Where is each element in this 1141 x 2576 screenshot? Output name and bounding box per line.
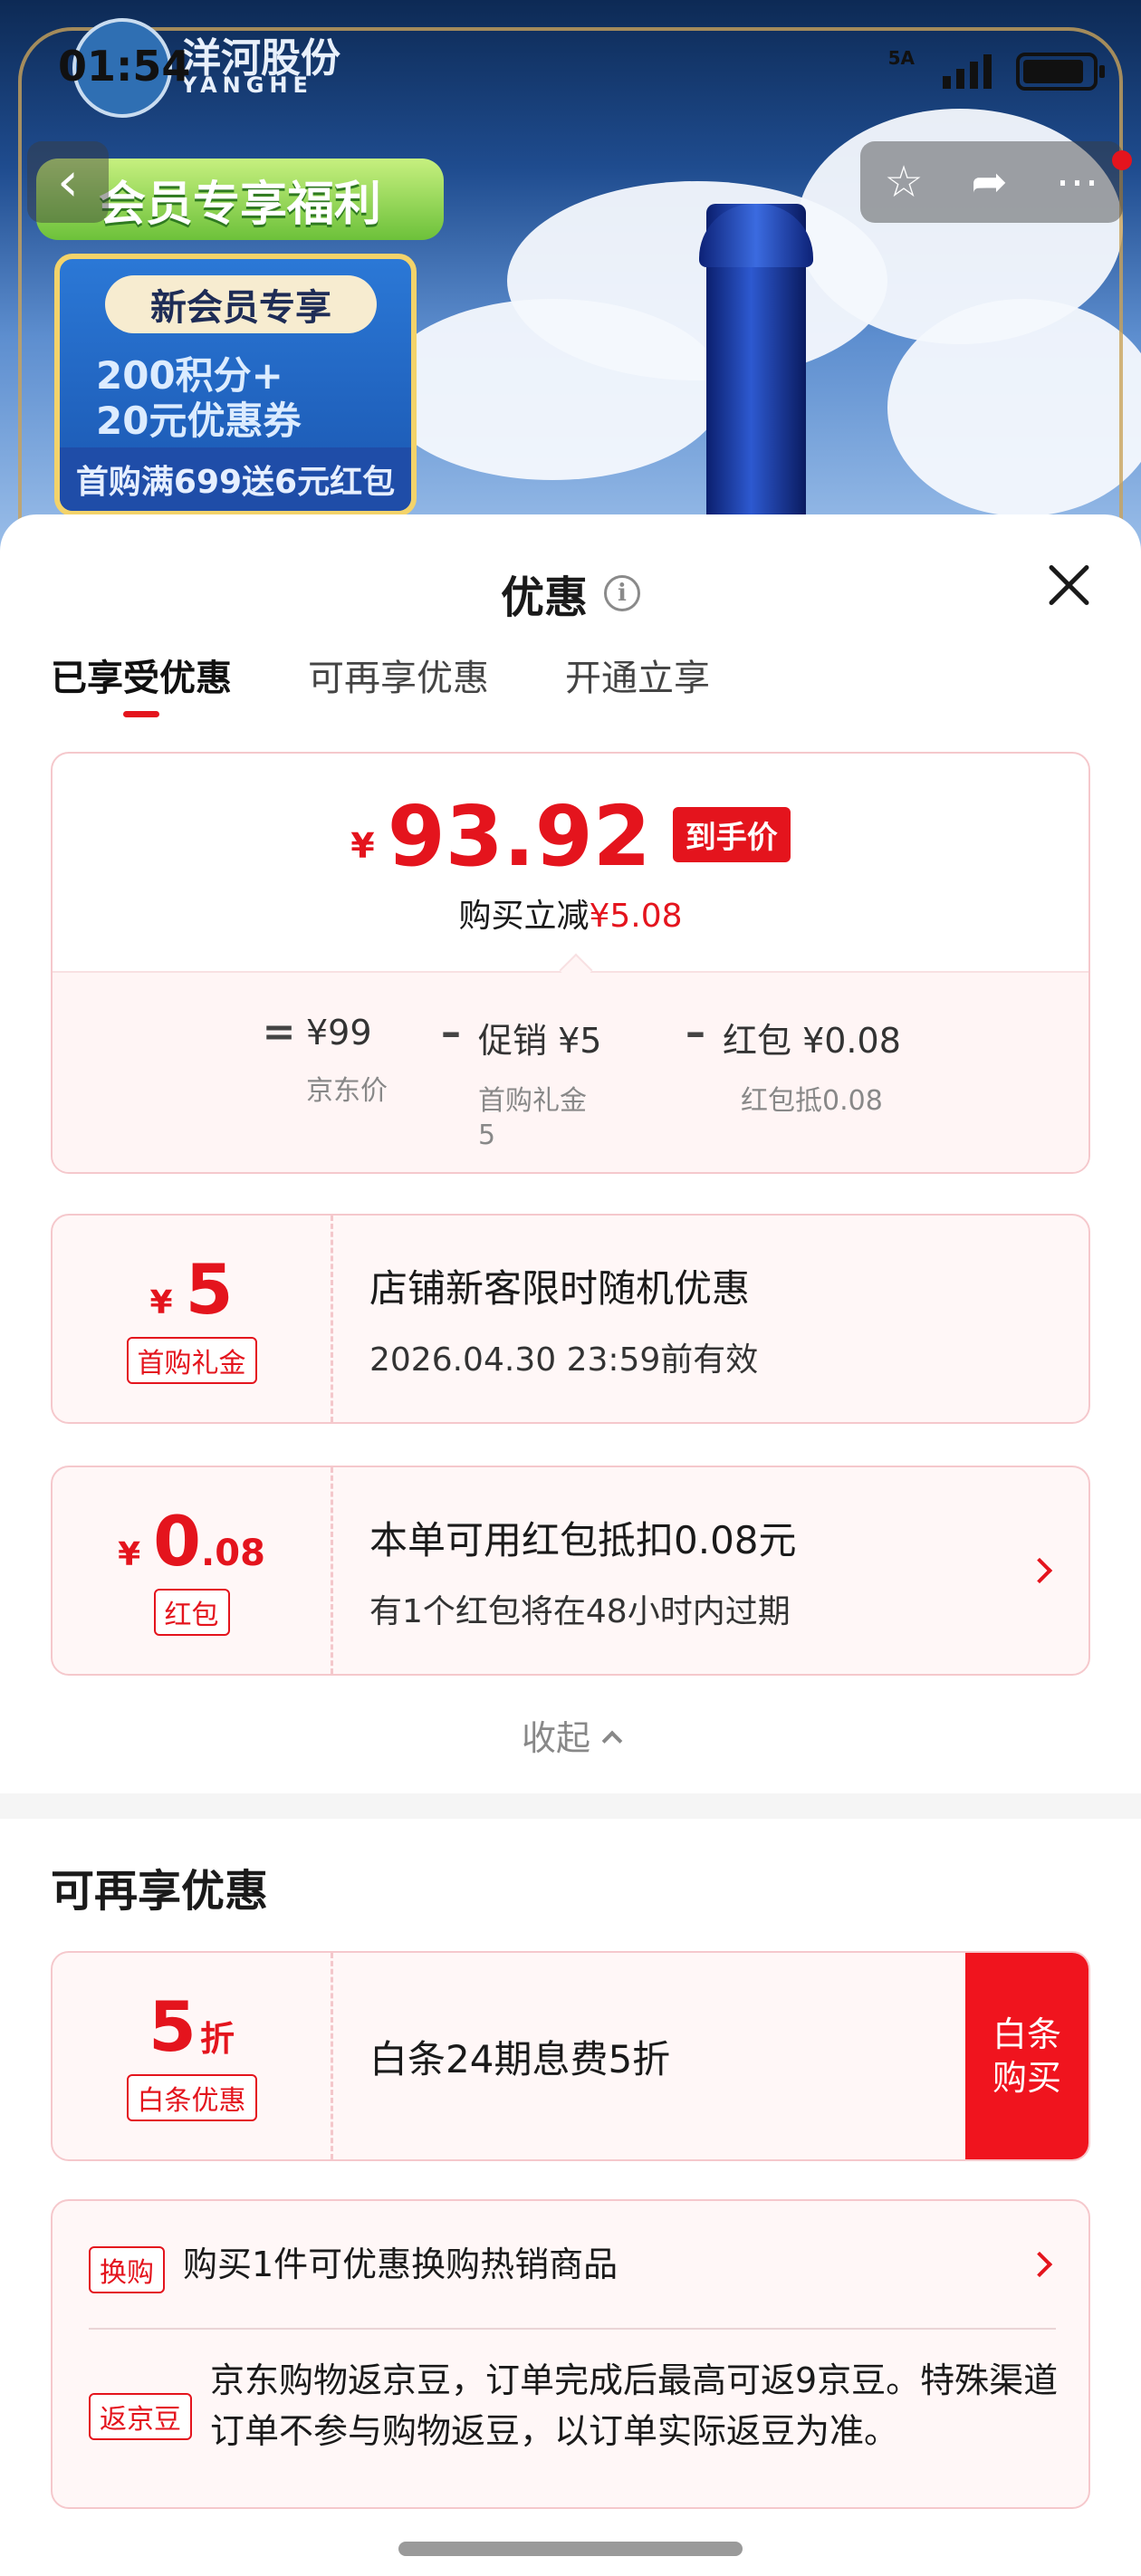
baitiao-offer-card: 5 折 白条优惠 白条24期息费5折 白条购买 xyxy=(51,1951,1090,2161)
price-formula-panel: = ¥99 京东价 – 促销 ¥5 首购礼金 5 – 红包 ¥0.08 红包抵0… xyxy=(53,971,1088,1172)
close-button[interactable] xyxy=(1041,558,1096,612)
coupon-amount-area: ¥ 5 首购礼金 xyxy=(53,1216,333,1422)
price-formula: = ¥99 京东价 – 促销 ¥5 首购礼金 5 – 红包 ¥0.08 红包抵0… xyxy=(252,1009,931,1153)
network-label: 5A xyxy=(887,47,915,69)
baitiao-buy-button[interactable]: 白条购买 xyxy=(965,1953,1088,2159)
back-button[interactable]: ‹ xyxy=(27,141,109,223)
offer-tag: 返京豆 xyxy=(89,2393,192,2440)
coupon-desc: 2026.04.30 23:59前有效 xyxy=(369,1341,759,1379)
reduction-line: 购买立减¥5.08 xyxy=(53,889,1088,937)
formula-value: 促销 ¥5 xyxy=(478,1021,602,1061)
final-price-tag: 到手价 xyxy=(672,807,791,862)
coupon-unit: 折 xyxy=(199,2019,235,2059)
coupon-currency: ¥ xyxy=(118,1536,141,1573)
battery-icon xyxy=(1016,53,1105,91)
reduction-amount: ¥5.08 xyxy=(589,898,683,935)
collapse-label: 收起 xyxy=(521,1718,590,1758)
discount-sheet: 优惠 i 已享受优惠 可再享优惠 开通立享 ¥ 93.92 到手价 购买立减¥5… xyxy=(0,514,1141,2576)
coupon-amount: 5 xyxy=(185,1249,234,1330)
chevron-right-icon[interactable] xyxy=(1026,1557,1053,1584)
signal-icon xyxy=(943,54,992,89)
coupon-title: 本单可用红包抵扣0.08元 xyxy=(369,1517,797,1562)
equals-sign: = xyxy=(262,1009,296,1055)
more-icon[interactable]: ⋯ xyxy=(1056,157,1099,207)
promo-line2: 20元优惠券 xyxy=(96,399,302,443)
divider xyxy=(89,2328,1056,2330)
coupon-amount-area: ¥ 0 .08 红包 xyxy=(53,1467,333,1674)
formula-label: 红包抵0.08 xyxy=(741,1085,883,1117)
tab-bar: 已享受优惠 可再享优惠 开通立享 xyxy=(51,649,710,717)
status-time: 01:54 xyxy=(58,42,191,91)
share-icon[interactable]: ➦ xyxy=(971,157,1007,207)
jingdou-offer-row: 返京豆 京东购物返京豆，订单完成后最高可返9京豆。特殊渠道订单不参与购物返豆，以… xyxy=(89,2355,1067,2456)
coupon-first-purchase: ¥ 5 首购礼金 店铺新客限时随机优惠 2026.04.30 23:59前有效 xyxy=(51,1214,1090,1424)
exchange-offer-row[interactable]: 换购 购买1件可优惠换购热销商品 xyxy=(89,2239,618,2293)
coupon-tag: 白条优惠 xyxy=(126,2074,257,2121)
sheet-header: 优惠 i xyxy=(0,562,1141,625)
minus-sign: – xyxy=(441,1009,461,1055)
coupon-amount-decimal: .08 xyxy=(201,1533,265,1574)
price-top: ¥ 93.92 到手价 购买立减¥5.08 xyxy=(53,754,1088,971)
tab-enjoyed[interactable]: 已享受优惠 xyxy=(51,649,232,717)
section-divider xyxy=(0,1793,1141,1819)
promo-footer: 首购满699送6元红包 xyxy=(60,447,411,511)
section-title-more-offers: 可再享优惠 xyxy=(51,1866,269,1917)
formula-item: 促销 ¥5 首购礼金 5 xyxy=(478,1013,668,1153)
formula-value: 红包 ¥0.08 xyxy=(723,1021,901,1061)
offer-text: 购买1件可优惠换购热销商品 xyxy=(183,2244,618,2284)
offer-text: 京东购物返京豆，订单完成后最高可返9京豆。特殊渠道订单不参与购物返豆，以订单实际… xyxy=(210,2360,1059,2451)
coupon-title: 白条24期息费5折 xyxy=(369,2036,671,2081)
coupon-info: 店铺新客限时随机优惠 2026.04.30 23:59前有效 xyxy=(369,1216,758,1422)
promo-card[interactable]: 新会员专享 200积分+ 20元优惠券 首购满699送6元红包 xyxy=(54,254,417,516)
baitiao-buy-label: 白条购买 xyxy=(992,2014,1061,2098)
coupon-info: 本单可用红包抵扣0.08元 有1个红包将在48小时内过期 xyxy=(369,1467,797,1674)
home-indicator[interactable] xyxy=(398,2542,743,2556)
coupon-info: 白条24期息费5折 xyxy=(369,1953,670,2159)
formula-label: 首购礼金 5 xyxy=(478,1085,587,1151)
coupon-desc: 有1个红包将在48小时内过期 xyxy=(369,1592,791,1630)
currency-symbol: ¥ xyxy=(350,826,375,866)
coupon-currency: ¥ xyxy=(149,1284,173,1322)
formula-label: 京东价 xyxy=(306,1075,388,1107)
final-price: 93.92 xyxy=(387,788,651,885)
price-summary-card: ¥ 93.92 到手价 购买立减¥5.08 = ¥99 京东价 – 促销 ¥5 … xyxy=(51,752,1090,1174)
info-icon[interactable]: i xyxy=(604,575,640,611)
status-bar: 01:54 5A xyxy=(0,0,1141,136)
coupon-tag: 首购礼金 xyxy=(126,1337,257,1384)
coupon-tag: 红包 xyxy=(153,1589,230,1636)
offer-tag: 换购 xyxy=(89,2246,165,2293)
top-actions: ☆ ➦ ⋯ xyxy=(860,141,1123,223)
tab-more-offers[interactable]: 可再享优惠 xyxy=(308,649,489,717)
coupon-red-packet[interactable]: ¥ 0 .08 红包 本单可用红包抵扣0.08元 有1个红包将在48小时内过期 xyxy=(51,1466,1090,1676)
coupon-amount: 5 xyxy=(149,1986,197,2067)
notification-dot xyxy=(1112,150,1132,170)
formula-value: ¥99 xyxy=(306,1013,372,1053)
extra-offers-card: 换购 购买1件可优惠换购热销商品 返京豆 京东购物返京豆，订单完成后最高可返9京… xyxy=(51,2199,1090,2509)
coupon-amount: 0 xyxy=(153,1501,202,1581)
chevron-up-icon xyxy=(601,1730,623,1752)
minus-sign: – xyxy=(686,1009,705,1055)
formula-item: 红包 ¥0.08 红包抵0.08 xyxy=(723,1013,931,1119)
chevron-left-icon: ‹ xyxy=(57,150,79,214)
collapse-button[interactable]: 收起 xyxy=(0,1710,1141,1760)
sheet-title: 优惠 xyxy=(500,572,588,623)
coupon-amount-area: 5 折 白条优惠 xyxy=(53,1953,333,2159)
tab-activate[interactable]: 开通立享 xyxy=(565,649,710,717)
reduction-prefix: 购买立减 xyxy=(458,898,590,935)
promo-pill: 新会员专享 xyxy=(105,275,377,333)
formula-item: ¥99 京东价 xyxy=(306,1013,424,1109)
chevron-right-icon[interactable] xyxy=(1026,2251,1053,2278)
star-icon[interactable]: ☆ xyxy=(884,157,923,207)
coupon-title: 店铺新客限时随机优惠 xyxy=(369,1265,751,1311)
